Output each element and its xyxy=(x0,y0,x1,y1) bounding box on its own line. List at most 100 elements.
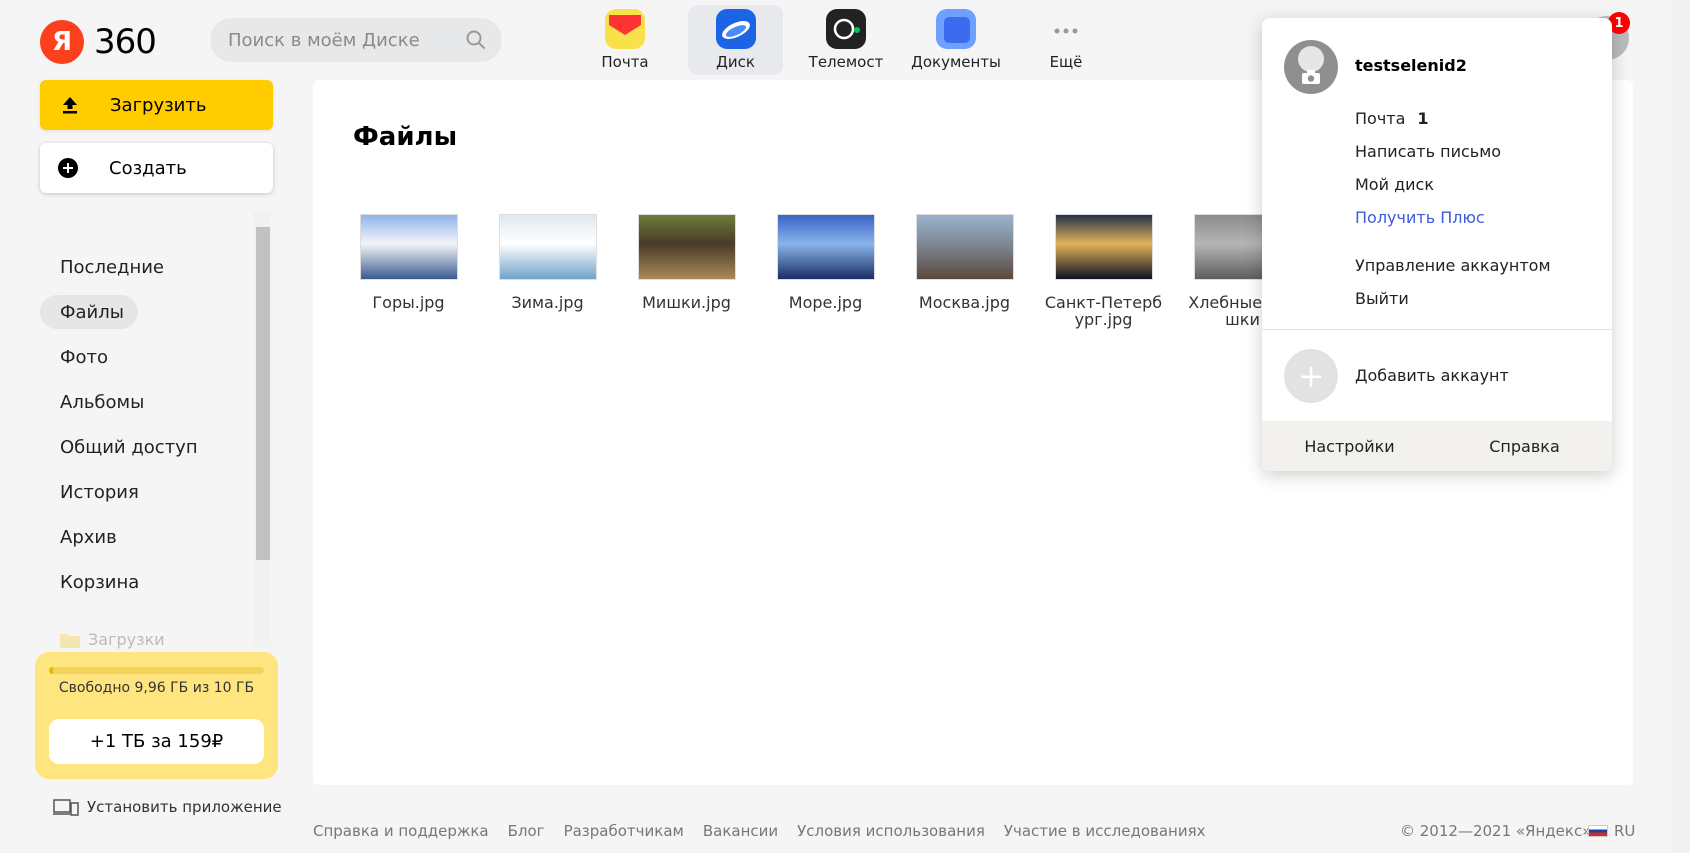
account-menu: Почта 1 Написать письмо Мой диск Получит… xyxy=(1355,102,1551,315)
storage-quota-panel: Свободно 9,96 ГБ из 10 ГБ +1 ТБ за 159₽ xyxy=(35,652,278,779)
account-menu-get-plus[interactable]: Получить Плюс xyxy=(1355,201,1551,234)
account-popup: testselenid2 Почта 1 Написать письмо Мой… xyxy=(1262,18,1612,471)
install-app-label: Установить приложение xyxy=(87,798,282,816)
app-mail[interactable]: Почта xyxy=(570,5,680,75)
sidebar-item-history[interactable]: История xyxy=(40,470,250,515)
add-account-label[interactable]: Добавить аккаунт xyxy=(1355,366,1509,385)
folder-label: Загрузки xyxy=(88,630,165,649)
storage-quota-text: Свободно 9,96 ГБ из 10 ГБ xyxy=(58,680,255,696)
create-button[interactable]: Создать xyxy=(40,143,273,193)
upload-label: Загрузить xyxy=(110,94,207,116)
plus-circle-icon xyxy=(58,158,78,178)
mail-label: Почта xyxy=(1355,109,1406,128)
mail-count: 1 xyxy=(1417,109,1429,128)
services-bar: Почта Диск Телемост Документы Ещё xyxy=(570,5,1121,75)
file-item[interactable]: Зима.jpg xyxy=(478,214,617,328)
yandex-360-logo[interactable]: Я 360 xyxy=(40,20,180,64)
account-avatar[interactable] xyxy=(1284,40,1338,94)
sidebar-scrollbar-thumb[interactable] xyxy=(256,227,270,560)
account-username: testselenid2 xyxy=(1355,56,1467,75)
file-item[interactable]: Москва.jpg xyxy=(895,214,1034,328)
footer-link[interactable]: Справка и поддержка xyxy=(313,822,489,840)
yandex-logo-icon: Я xyxy=(40,20,84,64)
app-label: Ещё xyxy=(1049,53,1083,71)
sidebar-item-trash[interactable]: Корзина xyxy=(40,560,250,605)
disk-icon xyxy=(715,9,756,49)
popup-footer: Настройки Справка xyxy=(1262,421,1612,471)
file-thumbnail xyxy=(915,214,1014,280)
sidebar-item-albums[interactable]: Альбомы xyxy=(40,380,250,425)
language-label: RU xyxy=(1614,822,1636,840)
install-app-link[interactable]: Установить приложение xyxy=(53,798,282,816)
app-more[interactable]: Ещё xyxy=(1011,5,1121,75)
sidebar-item-archive[interactable]: Архив xyxy=(40,515,250,560)
footer-link[interactable]: Разработчикам xyxy=(564,822,684,840)
sidebar-item-shared[interactable]: Общий доступ xyxy=(40,425,250,470)
account-menu-manage[interactable]: Управление аккаунтом xyxy=(1355,249,1551,282)
mail-icon xyxy=(605,9,645,49)
popup-divider xyxy=(1262,329,1612,330)
camera-icon xyxy=(1302,70,1320,84)
file-name: Мишки.jpg xyxy=(642,293,731,312)
file-name: Море.jpg xyxy=(788,293,863,312)
storage-progress-fill xyxy=(49,667,54,674)
sidebar-item-recent[interactable]: Последние xyxy=(40,245,250,290)
devices-icon xyxy=(53,799,79,816)
create-label: Создать xyxy=(109,157,187,179)
add-account-icon[interactable]: + xyxy=(1284,349,1338,403)
app-documents[interactable]: Документы xyxy=(901,5,1011,75)
app-disk[interactable]: Диск xyxy=(688,5,783,75)
account-menu-my-disk[interactable]: Мой диск xyxy=(1355,168,1551,201)
help-link[interactable]: Справка xyxy=(1437,437,1612,456)
account-menu-compose[interactable]: Написать письмо xyxy=(1355,135,1551,168)
telemost-icon xyxy=(826,9,866,49)
file-thumbnail xyxy=(637,214,736,280)
sidebar-item-files[interactable]: Файлы xyxy=(40,295,138,329)
footer-link[interactable]: Участие в исследованиях xyxy=(1004,822,1206,840)
file-name: Зима.jpg xyxy=(511,293,584,312)
footer-links: Справка и поддержка Блог Разработчикам Вака… xyxy=(313,822,1206,840)
search-box[interactable] xyxy=(210,18,502,62)
folder-icon xyxy=(60,633,80,648)
file-thumbnail xyxy=(1054,214,1153,280)
search-input[interactable] xyxy=(228,29,466,51)
app-label: Телемост xyxy=(808,53,884,71)
sidebar-nav: Последние Файлы Фото Альбомы Общий досту… xyxy=(40,245,250,605)
settings-link[interactable]: Настройки xyxy=(1262,437,1437,456)
file-thumbnail xyxy=(359,214,458,280)
upload-icon xyxy=(63,97,77,114)
upload-button[interactable]: Загрузить xyxy=(40,80,273,130)
storage-progress-bar xyxy=(49,667,264,674)
more-icon xyxy=(1046,9,1086,49)
buy-storage-button[interactable]: +1 ТБ за 159₽ xyxy=(49,719,264,764)
footer-link[interactable]: Вакансии xyxy=(703,822,778,840)
file-thumbnail xyxy=(776,214,875,280)
file-item[interactable]: Горы.jpg xyxy=(339,214,478,328)
logo-360-text: 360 xyxy=(94,22,157,62)
flag-ru-icon xyxy=(1588,825,1608,837)
app-label: Почта xyxy=(601,53,649,71)
file-item[interactable]: Море.jpg xyxy=(756,214,895,328)
file-thumbnail xyxy=(498,214,597,280)
file-grid: Горы.jpg Зима.jpg Мишки.jpg Море.jpg Москва.… xyxy=(339,214,1312,328)
sidebar-folder-downloads[interactable]: Загрузки xyxy=(60,630,165,649)
copyright: © 2012—2021 «Яндекс» xyxy=(1400,822,1592,840)
app-label: Диск xyxy=(716,53,755,71)
page-title: Файлы xyxy=(353,122,458,152)
footer-link[interactable]: Блог xyxy=(508,822,545,840)
file-name: Санкт-Петербург.jpg xyxy=(1044,293,1163,329)
file-name: Москва.jpg xyxy=(918,293,1011,312)
search-icon[interactable] xyxy=(466,30,486,50)
account-menu-logout[interactable]: Выйти xyxy=(1355,282,1551,315)
account-menu-mail[interactable]: Почта 1 xyxy=(1355,102,1551,135)
file-name: Горы.jpg xyxy=(372,293,445,312)
documents-icon xyxy=(936,9,976,49)
file-item[interactable]: Санкт-Петербург.jpg xyxy=(1034,214,1173,328)
language-switcher[interactable]: RU xyxy=(1588,822,1635,840)
file-item[interactable]: Мишки.jpg xyxy=(617,214,756,328)
app-telemost[interactable]: Телемост xyxy=(791,5,901,75)
footer-link[interactable]: Условия использования xyxy=(797,822,985,840)
sidebar-item-photo[interactable]: Фото xyxy=(40,335,250,380)
page-scrollbar[interactable] xyxy=(1672,0,1690,853)
app-label: Документы xyxy=(911,53,1001,71)
